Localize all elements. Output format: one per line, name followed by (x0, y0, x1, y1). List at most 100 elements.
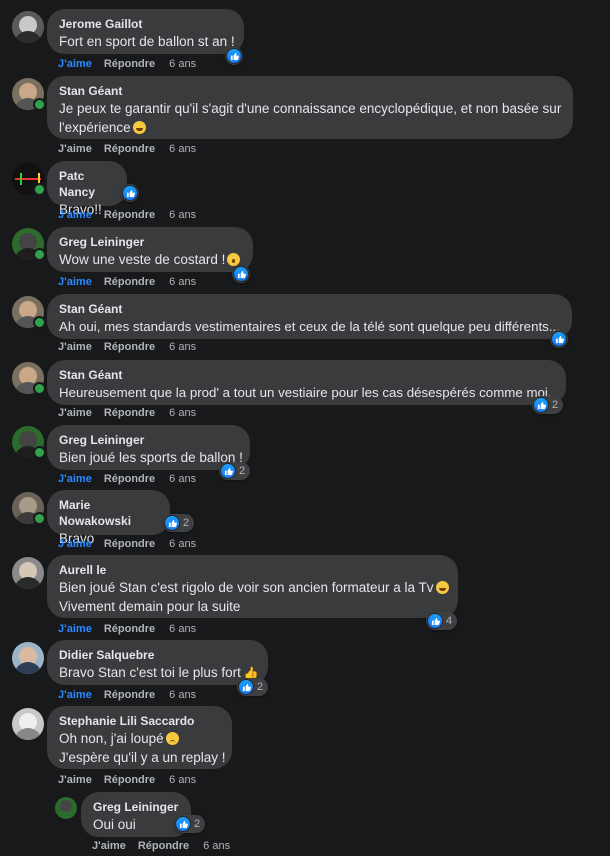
like-reaction-icon (164, 515, 180, 531)
comment-author[interactable]: Stan Géant (59, 367, 554, 383)
comment-timestamp[interactable]: 6 ans (169, 276, 196, 288)
comment-timestamp[interactable]: 6 ans (169, 407, 196, 419)
online-status-icon (33, 248, 46, 261)
reply-button[interactable]: Répondre (104, 538, 155, 550)
comment-author[interactable]: Didier Salquebre (59, 647, 256, 663)
comment-timestamp[interactable]: 6 ans (169, 538, 196, 550)
avatar[interactable] (55, 797, 77, 819)
comment-author[interactable]: Jerome Gaillot (59, 16, 232, 32)
comment-author[interactable]: Marie Nowakowski (59, 497, 158, 529)
comment-text: Heureusement que la prod' a tout un vest… (59, 385, 552, 400)
reply-button[interactable]: Répondre (104, 623, 155, 635)
like-button[interactable]: J'aime (58, 143, 92, 155)
like-button[interactable]: J'aime (58, 689, 92, 701)
avatar[interactable] (12, 11, 44, 43)
comment-text: Wow une veste de costard ! (59, 252, 226, 267)
reaction-count: 2 (239, 465, 246, 477)
comment-author[interactable]: Stan Géant (59, 83, 561, 99)
reaction-badge[interactable] (121, 184, 139, 202)
reply-button[interactable]: Répondre (104, 689, 155, 701)
reaction-badge[interactable]: 2 (219, 462, 251, 480)
comment-timestamp[interactable]: 6 ans (169, 623, 196, 635)
comment-author[interactable]: Stephanie Lili Saccardo (59, 713, 220, 729)
online-status-icon (33, 512, 46, 525)
comment-actions: J'aime Répondre 6 ans (92, 839, 230, 853)
reaction-badge[interactable]: 2 (174, 815, 206, 833)
online-status-icon (33, 183, 46, 196)
reaction-count: 2 (194, 818, 201, 830)
comment-timestamp[interactable]: 6 ans (169, 143, 196, 155)
like-button[interactable]: J'aime (58, 473, 92, 485)
comment-bubble: Stan Géant Heureusement que la prod' a t… (47, 360, 566, 405)
reply-button[interactable]: Répondre (104, 143, 155, 155)
online-status-icon (33, 446, 46, 459)
reply-button[interactable]: Répondre (138, 840, 189, 852)
sad-emoji-icon (165, 732, 179, 745)
like-reaction-icon (220, 463, 236, 479)
avatar[interactable] (12, 642, 44, 674)
comment-author[interactable]: Greg Leininger (59, 234, 241, 250)
like-reaction-icon (238, 679, 254, 695)
comment-text: Je peux te garantir qu'il s'agit d'une c… (59, 101, 562, 116)
reply-button[interactable]: Répondre (104, 473, 155, 485)
like-button[interactable]: J'aime (92, 840, 126, 852)
comment-author[interactable]: Aurell le (59, 562, 446, 578)
comment-actions: J'aime Répondre 6 ans (58, 340, 196, 354)
comment-timestamp[interactable]: 6 ans (169, 209, 196, 221)
comment-timestamp[interactable]: 6 ans (169, 341, 196, 353)
like-button[interactable]: J'aime (58, 538, 92, 550)
like-button[interactable]: J'aime (58, 209, 92, 221)
comment-actions: J'aime Répondre 6 ans (58, 688, 196, 702)
like-button[interactable]: J'aime (58, 58, 92, 70)
comment-bubble: Stephanie Lili Saccardo Oh non, j'ai lou… (47, 706, 232, 769)
like-button[interactable]: J'aime (58, 774, 92, 786)
like-button[interactable]: J'aime (58, 276, 92, 288)
online-status-icon (33, 382, 46, 395)
comment-bubble: Stan Géant Je peux te garantir qu'il s'a… (47, 76, 573, 139)
comment-bubble: Greg Leininger Oui oui (81, 792, 191, 837)
avatar[interactable] (12, 557, 44, 589)
comment-actions: J'aime Répondre 6 ans (58, 406, 196, 420)
like-button[interactable]: J'aime (58, 407, 92, 419)
like-reaction-icon (533, 397, 549, 413)
comment-timestamp[interactable]: 6 ans (169, 58, 196, 70)
comment-bubble: Didier Salquebre Bravo Stan c'est toi le… (47, 640, 268, 685)
reaction-badge[interactable] (550, 330, 568, 348)
comment-timestamp[interactable]: 6 ans (203, 840, 230, 852)
comment-text: J'espère qu'il y a un replay ! (59, 750, 226, 765)
like-reaction-icon (122, 185, 138, 201)
comment-text: Bien joué les sports de ballon ! (59, 450, 243, 465)
comment-bubble: Greg Leininger Wow une veste de costard … (47, 227, 253, 272)
comment-timestamp[interactable]: 6 ans (169, 774, 196, 786)
reply-button[interactable]: Répondre (104, 209, 155, 221)
reaction-badge[interactable]: 2 (163, 514, 195, 532)
comment-text: l'expérience (59, 120, 131, 135)
like-button[interactable]: J'aime (58, 623, 92, 635)
comment-author[interactable]: Greg Leininger (59, 432, 238, 448)
like-reaction-icon (551, 331, 567, 347)
comment-author[interactable]: Patc Nancy (59, 168, 115, 200)
reaction-badge[interactable]: 2 (532, 396, 564, 414)
reaction-badge[interactable] (225, 47, 243, 65)
like-reaction-icon (427, 613, 443, 629)
grin-emoji-icon (132, 121, 146, 134)
reaction-badge[interactable]: 4 (426, 612, 458, 630)
reaction-badge[interactable]: 2 (237, 678, 269, 696)
like-reaction-icon (233, 266, 249, 282)
comment-author[interactable]: Greg Leininger (93, 799, 179, 815)
comment-actions: J'aime Répondre 6 ans (58, 537, 196, 551)
like-button[interactable]: J'aime (58, 341, 92, 353)
reaction-badge[interactable] (232, 265, 250, 283)
comment-bubble: Aurell le Bien joué Stan c'est rigolo de… (47, 555, 458, 618)
reply-button[interactable]: Répondre (104, 58, 155, 70)
reply-button[interactable]: Répondre (104, 407, 155, 419)
reply-button[interactable]: Répondre (104, 341, 155, 353)
comment-timestamp[interactable]: 6 ans (169, 473, 196, 485)
avatar[interactable] (12, 708, 44, 740)
comment-timestamp[interactable]: 6 ans (169, 689, 196, 701)
comment-author[interactable]: Stan Géant (59, 301, 560, 317)
reply-button[interactable]: Répondre (104, 774, 155, 786)
comment-bubble: Greg Leininger Bien joué les sports de b… (47, 425, 250, 470)
reply-button[interactable]: Répondre (104, 276, 155, 288)
comment-actions: J'aime Répondre 6 ans (58, 472, 196, 486)
